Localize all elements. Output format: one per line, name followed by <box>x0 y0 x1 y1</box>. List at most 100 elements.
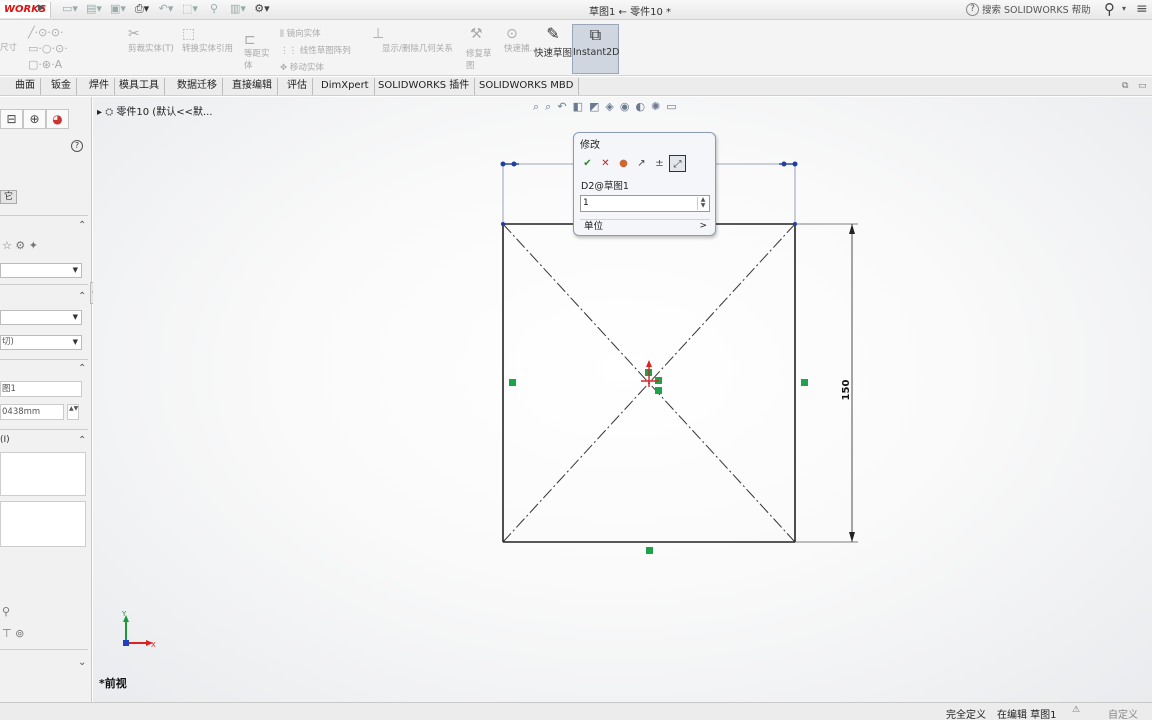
quick-snaps-label[interactable]: 快速捕... <box>504 42 538 54</box>
logo-menu-arrow-icon[interactable]: ▶ <box>38 3 45 13</box>
tab-direct-editing[interactable]: 直接编辑 <box>227 78 278 95</box>
center-relation-marker-3 <box>655 387 662 394</box>
reverse-sense-icon[interactable]: ↗ <box>633 155 650 172</box>
print-icon[interactable]: ⎙▾ <box>132 2 152 16</box>
tab-data-migration[interactable]: 数据迁移 <box>172 78 223 95</box>
trim-entities-icon[interactable]: ✂ <box>128 26 140 42</box>
constraint-icons[interactable]: ⊤ ⊚ <box>2 627 24 640</box>
configuration-manager-tab-icon[interactable]: ⊕ <box>23 109 46 129</box>
trim-entities-label[interactable]: 剪裁实体(T) <box>128 42 174 54</box>
dimension-handle-right-inner <box>781 161 787 167</box>
restore-window-icon[interactable]: ⧉ <box>1122 81 1128 91</box>
quick-snaps-icon[interactable]: ⊙ <box>506 26 518 42</box>
tab-solidworks-mbd[interactable]: SOLIDWORKS MBD <box>474 78 580 95</box>
rebuild-icon[interactable]: ● <box>615 155 632 172</box>
search-icon[interactable]: ⚲ <box>1104 0 1115 18</box>
vertical-relation-marker-left <box>509 379 516 386</box>
collapse-chevron-icon[interactable]: ⌃ <box>78 220 86 231</box>
file-properties-icon[interactable]: ▥▾ <box>228 2 248 16</box>
open-icon[interactable]: ▤▾ <box>84 2 104 16</box>
relation-icons[interactable]: ☆ ⚙ ✦ <box>2 239 38 252</box>
tab-sheet-metal[interactable]: 钣金 <box>46 78 77 95</box>
offset-entities-label[interactable]: 等距实体 <box>244 48 274 72</box>
tab-surfaces[interactable]: 曲面 <box>10 78 41 95</box>
value-spinner-icon[interactable]: ▲▼ <box>67 404 79 420</box>
line-tool-icon[interactable]: ╱·⊙·⊙· <box>28 26 64 39</box>
anchor-icon[interactable]: ⚲ <box>2 605 10 618</box>
select-icon[interactable]: ⬚▾ <box>180 2 200 16</box>
tab-other[interactable]: 它 <box>0 190 17 204</box>
section-divider <box>0 429 88 430</box>
dimension-name-label: D2@草图1 <box>581 181 629 192</box>
selection-list-box[interactable] <box>0 501 86 547</box>
dimension-value-input[interactable]: 1 ▲ ▼ <box>580 195 710 212</box>
dimension-value-field[interactable]: 0438mm <box>0 404 64 420</box>
tab-weldments[interactable]: 焊件 <box>84 78 115 95</box>
ribbon-smart-dimension-stub[interactable]: 尺寸 <box>0 41 17 53</box>
collapse-chevron-icon[interactable]: ⌃ <box>78 435 86 446</box>
convert-entities-icon[interactable]: ⬚ <box>182 26 195 42</box>
help-search[interactable]: ? 搜索 SOLIDWORKS 帮助 <box>966 2 1091 16</box>
value-spinner-icon[interactable]: ▲▼ <box>697 197 708 210</box>
property-manager-tab-icon[interactable]: ⊟ <box>0 109 23 129</box>
new-icon[interactable]: ▭▾ <box>60 2 80 16</box>
rebuild-status-icon[interactable]: ⚠ <box>1072 705 1080 715</box>
tab-evaluate[interactable]: 评估 <box>282 78 313 95</box>
dimension-handle-left-inner <box>511 161 517 167</box>
corner-point-top-left <box>501 222 505 226</box>
save-icon[interactable]: ▣▾ <box>108 2 128 16</box>
axis-y-label: Y <box>121 610 127 618</box>
help-icon[interactable]: ? <box>71 140 83 152</box>
linear-pattern-button[interactable]: ⋮⋮ 线性草图阵列 <box>280 44 351 56</box>
cancel-x-icon[interactable]: ✕ <box>597 155 614 172</box>
direction-combo-value: 切) <box>2 337 14 347</box>
dimension-name-field[interactable]: 图1 <box>0 381 82 397</box>
options-combo[interactable]: ▼ <box>0 310 82 325</box>
rebuild-icon[interactable]: ⚲ <box>204 2 224 16</box>
options-gear-icon[interactable]: ⚙▾ <box>252 2 272 16</box>
dimension-handle-left <box>500 161 506 167</box>
instant2d-button[interactable]: ⧉ Instant2D <box>572 24 619 74</box>
quick-access-toolbar: ▭▾ ▤▾ ▣▾ ⎙▾ ↶▾ ⬚▾ ⚲ ▥▾ ⚙▾ <box>60 2 272 16</box>
window-menu-icon[interactable]: ≡ <box>1136 1 1148 17</box>
move-entities-button[interactable]: ✥ 移动实体 <box>280 61 324 73</box>
display-relations-label[interactable]: 显示/删除几何关系 <box>382 42 453 54</box>
tab-mold-tools[interactable]: 模具工具 <box>114 78 165 95</box>
rapid-sketch-button[interactable]: ✎ 快速草图 <box>534 24 572 74</box>
display-manager-tab-icon[interactable]: ◕ <box>46 109 69 129</box>
convert-entities-label[interactable]: 转换实体引用 <box>182 42 233 54</box>
dropdown-arrow-icon: ▼ <box>72 338 78 346</box>
tab-dimxpert[interactable]: DimXpert <box>316 78 375 95</box>
repair-sketch-icon[interactable]: ⚒ <box>470 26 483 42</box>
expand-chevron-icon[interactable]: ⌄ <box>78 657 86 668</box>
slot-tool-icon[interactable]: ▢·⊛·A <box>28 58 62 71</box>
section-divider <box>0 359 88 360</box>
offset-entities-icon[interactable]: ⊏ <box>244 32 256 48</box>
maximize-window-icon[interactable]: ▭ <box>1138 81 1147 91</box>
selection-list-box[interactable] <box>0 452 86 496</box>
mirror-icon: ⫼ <box>280 29 287 39</box>
coordinate-triad-icon: Y X <box>121 610 156 649</box>
section-divider <box>0 649 88 650</box>
mark-dimension-icon[interactable]: ⤢ <box>669 154 686 172</box>
mirror-entities-label: 镜向实体 <box>286 29 321 39</box>
relations-combo[interactable]: ▼ <box>0 263 82 278</box>
direction-combo[interactable]: 切) ▼ <box>0 335 82 350</box>
collapse-chevron-icon[interactable]: ⌃ <box>78 363 86 374</box>
section-divider <box>0 284 88 285</box>
units-status[interactable]: 自定义 <box>1108 706 1138 720</box>
repair-sketch-label[interactable]: 修复草图 <box>466 48 496 72</box>
ok-check-icon[interactable]: ✔ <box>579 155 596 172</box>
units-menu[interactable]: 单位 > <box>580 219 710 233</box>
panel-tab-toolbar: ⊟ ⊕ ◕ <box>0 109 70 129</box>
collapse-chevron-icon[interactable]: ⌃ <box>78 291 86 302</box>
tab-solidworks-addins[interactable]: SOLIDWORKS 插件 <box>373 78 476 95</box>
search-dropdown-icon[interactable]: ▾ <box>1122 4 1126 13</box>
undo-icon[interactable]: ↶▾ <box>156 2 176 16</box>
rectangle-tool-icon[interactable]: ▭·○·⊙· <box>28 42 68 55</box>
vertical-dimension-value: 150 <box>841 380 852 401</box>
display-relations-icon[interactable]: ⊥ <box>372 26 384 42</box>
spin-increment-icon[interactable]: ± <box>651 155 668 172</box>
v-arrow-bottom <box>849 532 855 542</box>
mirror-entities-button[interactable]: ⫼ 镜向实体 <box>280 27 321 39</box>
